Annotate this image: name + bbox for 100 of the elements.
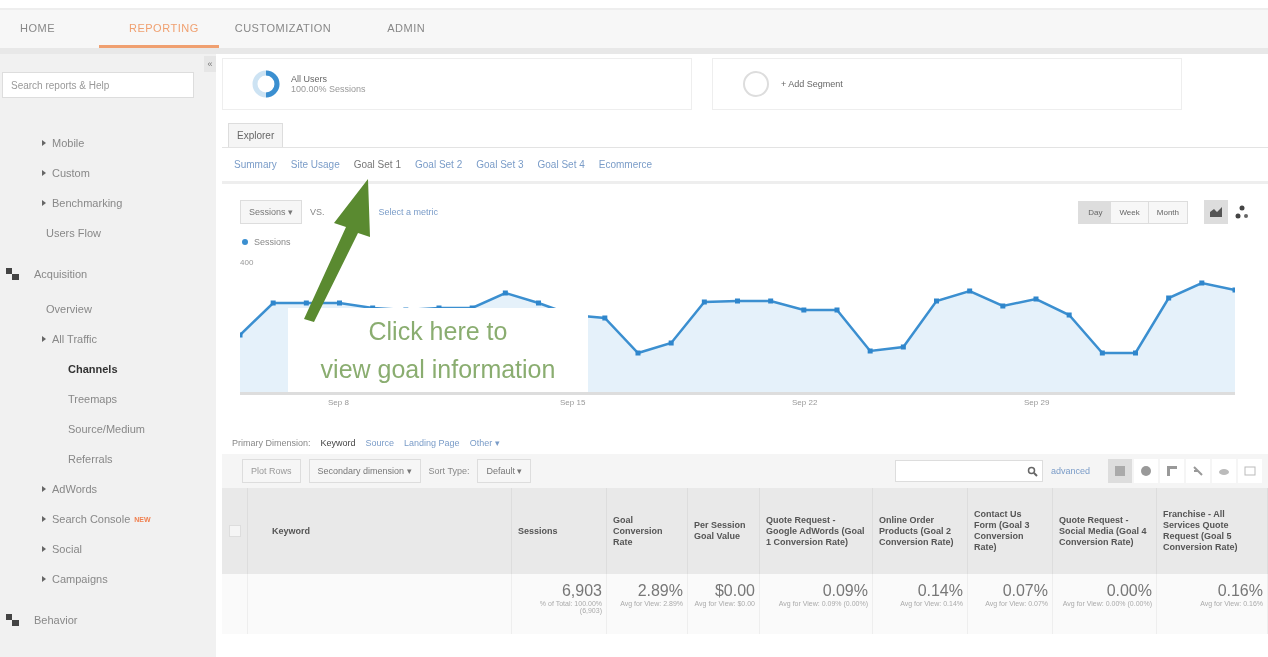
- column-header[interactable]: Goal Conversion Rate: [607, 488, 688, 574]
- section-title: Acquisition: [34, 268, 88, 280]
- sidebar-item[interactable]: Campaigns: [0, 564, 216, 594]
- segment-detail: 100.00% Sessions: [291, 84, 366, 94]
- plot-rows-button[interactable]: Plot Rows: [242, 459, 301, 483]
- sidebar-item[interactable]: Users Flow: [0, 218, 216, 248]
- subtab-link[interactable]: Goal Set 4: [537, 159, 585, 170]
- sidebar-item[interactable]: All Traffic: [0, 324, 216, 354]
- column-header[interactable]: Franchise - All Services Quote Request (Goal 5 Conversion Rate): [1157, 488, 1268, 574]
- period-button[interactable]: Week: [1110, 201, 1148, 223]
- total-value: 0.16%: [1216, 582, 1263, 600]
- nav-tab[interactable]: HOME: [8, 10, 95, 48]
- view-button[interactable]: [1134, 459, 1158, 483]
- period-button[interactable]: Day: [1079, 201, 1111, 223]
- sidebar-item[interactable]: Source/Medium: [0, 414, 216, 444]
- metric-dropdown[interactable]: Sessions ▾: [240, 200, 303, 224]
- subtab-link[interactable]: Summary: [234, 159, 277, 170]
- column-header[interactable]: Quote Request - Google AdWords (Goal 1 Conversion Rate): [760, 488, 873, 574]
- sidebar-section[interactable]: Behavior: [0, 600, 216, 640]
- sort-dropdown[interactable]: Default ▾: [477, 459, 532, 483]
- dimension-option[interactable]: Other ▾: [469, 438, 500, 448]
- callout-text: view goal information: [320, 354, 556, 385]
- segment-card[interactable]: All Users 100.00% Sessions: [222, 58, 692, 110]
- total-value: $0.00: [713, 582, 755, 600]
- dimension-option[interactable]: Landing Page: [404, 438, 460, 448]
- total-value: 0.09%: [821, 582, 868, 600]
- subtab-link[interactable]: Ecommerce: [598, 159, 653, 170]
- pie-icon: [1140, 465, 1152, 477]
- sidebar-item[interactable]: Search Console $^{NEW}$: [0, 504, 216, 534]
- total-value: 0.07%: [1001, 582, 1048, 600]
- sort-label: Sort Type:: [428, 466, 470, 476]
- secondary-dimension-dropdown[interactable]: Secondary dimension ▾: [308, 459, 421, 483]
- checkbox[interactable]: [228, 525, 241, 537]
- axis-label: Sep 8: [328, 398, 349, 407]
- sidebar-item[interactable]: Benchmarking: [0, 188, 216, 218]
- add-segment-label: + Add Segment: [781, 79, 843, 89]
- total-value: 0.00%: [1105, 582, 1152, 600]
- explorer-tab[interactable]: Explorer: [228, 123, 284, 147]
- axis-label: Sep 15: [560, 398, 586, 407]
- section-title: Behavior: [34, 614, 78, 626]
- empty-circle-icon: [741, 69, 771, 99]
- compare-metric-link[interactable]: Select a metric: [378, 207, 439, 217]
- view-button[interactable]: [1160, 459, 1184, 483]
- pivot-icon: [1244, 465, 1256, 477]
- sidebar-item[interactable]: Overview: [0, 294, 216, 324]
- segment-card[interactable]: + Add Segment: [712, 58, 1182, 110]
- view-button[interactable]: [1212, 459, 1236, 483]
- vs-label: VS.: [310, 207, 325, 217]
- dimension-option[interactable]: Source: [365, 438, 395, 448]
- period-button[interactable]: Month: [1147, 201, 1187, 223]
- column-header[interactable]: Quote Request - Social Media (Goal 4 Conversion Rate): [1053, 488, 1157, 574]
- column-header[interactable]: Sessions: [512, 488, 607, 574]
- sidebar-item[interactable]: Social: [0, 534, 216, 564]
- subtab-link[interactable]: Goal Set 3: [476, 159, 524, 170]
- column-header[interactable]: Online Order Products (Goal 2 Conversion Rate): [873, 488, 968, 574]
- nav-tab[interactable]: ADMIN: [375, 10, 466, 48]
- search-field[interactable]: Search reports & Help: [2, 72, 194, 98]
- section-icon: [6, 268, 20, 280]
- nav-tab[interactable]: REPORTING: [99, 10, 219, 48]
- sidebar-section[interactable]: Acquisition: [0, 254, 216, 294]
- total-value: 0.14%: [916, 582, 963, 600]
- nav-tab[interactable]: CUSTOMIZATION: [222, 10, 372, 48]
- subtab-link[interactable]: Site Usage: [290, 159, 340, 170]
- sidebar-item[interactable]: AdWords: [0, 474, 216, 504]
- expand-icon: [42, 486, 46, 492]
- collapse-button[interactable]: «: [204, 56, 216, 72]
- compare-icon: [1192, 465, 1204, 477]
- subtab-link[interactable]: Goal Set 1: [353, 159, 401, 170]
- segment-name: All Users: [291, 74, 328, 84]
- callout-text: Click here to: [368, 316, 508, 347]
- expand-icon: [42, 336, 46, 342]
- column-header[interactable]: Contact Us Form (Goal 3 Conversion Rate): [968, 488, 1053, 574]
- legend-dot: [242, 239, 248, 245]
- expand-icon: [42, 200, 46, 206]
- expand-icon: [42, 140, 46, 146]
- sidebar-item[interactable]: Mobile: [0, 128, 216, 158]
- sidebar-item[interactable]: Referrals: [0, 444, 216, 474]
- advanced-link[interactable]: advanced: [1050, 466, 1090, 476]
- axis-label: Sep 29: [1024, 398, 1050, 407]
- chart-type-button[interactable]: [1204, 200, 1228, 224]
- expand-icon: [42, 576, 46, 582]
- axis-label: 400: [240, 258, 254, 267]
- axis-label: Sep 22: [792, 398, 818, 407]
- section-icon: [6, 614, 20, 626]
- column-header[interactable]: Per Session Goal Value: [688, 488, 760, 574]
- sidebar-item[interactable]: Custom: [0, 158, 216, 188]
- total-value: 2.89%: [636, 582, 683, 600]
- search-icon: [1026, 465, 1038, 477]
- view-button[interactable]: [1186, 459, 1210, 483]
- subtab-link[interactable]: Goal Set 2: [415, 159, 463, 170]
- legend-label: Sessions: [254, 237, 291, 247]
- sidebar-item[interactable]: Channels: [0, 354, 216, 384]
- grid-icon: [1114, 465, 1126, 477]
- view-button[interactable]: [1108, 459, 1132, 483]
- sidebar-item[interactable]: Treemaps: [0, 384, 216, 414]
- table-search-field[interactable]: [894, 460, 1043, 482]
- dimension-option[interactable]: Keyword: [320, 438, 356, 448]
- column-header[interactable]: Keyword: [248, 488, 512, 574]
- expand-icon: [42, 546, 46, 552]
- bar-icon: [1166, 465, 1178, 477]
